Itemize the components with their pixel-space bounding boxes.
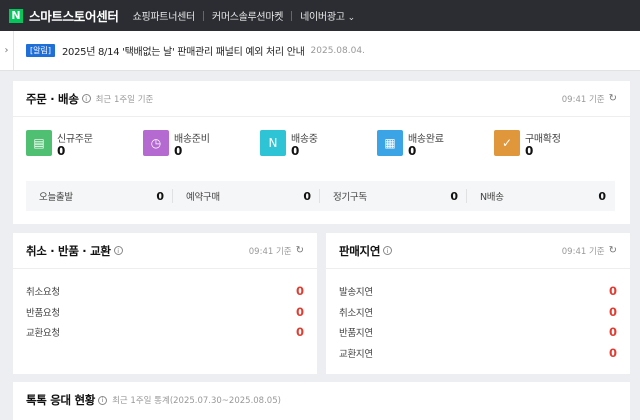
claim-row-return[interactable]: 반품요청 0: [26, 302, 304, 323]
list-label: 취소지연: [339, 307, 373, 319]
info-icon[interactable]: i: [113, 246, 123, 255]
naver-logo-icon[interactable]: N: [9, 8, 23, 23]
claims-card-title: 취소 · 반품 · 교환: [26, 243, 111, 258]
talktalk-card-header: 톡톡 응대 현황 i 최근 1주일 통계(2025.07.30~2025.08.…: [13, 382, 630, 418]
notice-bar: › [알림] 2025년 8/14 '택배없는 날' 판매관리 패널티 예외 처…: [0, 31, 640, 71]
delay-card-header: 판매지연 i 09:41 기준 ↻: [326, 233, 630, 269]
stat-value: 0: [57, 144, 66, 158]
notice-tag: [알림]: [26, 44, 55, 57]
sub-label: N배송: [480, 192, 504, 203]
claims-card: 취소 · 반품 · 교환 i 09:41 기준 ↻ 취소요청 0 반품요청 0 교환…: [13, 233, 317, 374]
sidebar-toggle-chevron-icon[interactable]: ›: [0, 31, 14, 70]
delay-list: 발송지연 0 취소지연 0 반품지연 0 교환지연 0: [326, 269, 630, 363]
delay-row-exchange[interactable]: 교환지연 0: [339, 343, 617, 364]
claims-list: 취소요청 0 반품요청 0 교환요청 0: [13, 269, 317, 343]
refresh-icon[interactable]: ↻: [296, 245, 304, 256]
sub-value: 0: [598, 189, 606, 203]
sub-subscription[interactable]: 정기구독 0: [320, 189, 467, 203]
clock-icon: ◷: [143, 130, 169, 156]
stat-confirmed[interactable]: ✓ 구매확정 0: [494, 130, 611, 158]
chevron-down-icon: ⌄: [347, 13, 356, 23]
info-icon[interactable]: i: [383, 246, 393, 255]
list-value: 0: [295, 325, 304, 340]
nav-link-naver-ads[interactable]: 네이버광고 ⌄: [300, 8, 355, 23]
sub-value: 0: [303, 189, 311, 203]
sub-value: 0: [156, 189, 164, 203]
nav-link-naver-ads-label: 네이버광고: [300, 12, 345, 23]
sub-n-delivery[interactable]: N배송 0: [467, 189, 614, 204]
stat-label: 배송준비: [174, 134, 210, 145]
claims-card-header: 취소 · 반품 · 교환 i 09:41 기준 ↻: [13, 233, 317, 269]
talktalk-card-title: 톡톡 응대 현황: [26, 393, 96, 407]
delay-row-shipping[interactable]: 발송지연 0: [339, 281, 617, 302]
nav-link-commerce-solution[interactable]: 커머스솔루션마켓: [212, 8, 284, 23]
delay-row-return[interactable]: 반품지연 0: [339, 322, 617, 343]
claim-row-cancel[interactable]: 취소요청 0: [26, 281, 304, 302]
delay-row-cancel[interactable]: 취소지연 0: [339, 302, 617, 323]
info-icon[interactable]: i: [81, 94, 91, 103]
top-navigation-bar: N 스마트스토어센터 쇼핑파트너센터 커머스솔루션마켓 네이버광고 ⌄: [0, 0, 640, 31]
list-label: 취소요청: [26, 287, 60, 299]
gift-icon: ▦: [377, 130, 403, 156]
nav-divider: [291, 10, 293, 21]
list-label: 반품지연: [339, 328, 373, 340]
stat-label: 신규주문: [57, 134, 93, 145]
stat-label: 배송완료: [408, 134, 444, 145]
sales-delay-card: 판매지연 i 09:41 기준 ↻ 발송지연 0 취소지연 0 반품지연 0 교환지연…: [326, 233, 630, 374]
orders-stat-row: ▤ 신규주문 0 ◷ 배송준비 0 N 배송중 0 ▦ 배송완료 0 ✓ 구매확정 0: [13, 117, 630, 158]
sub-label: 예약구매: [186, 192, 220, 203]
info-icon[interactable]: i: [98, 395, 108, 405]
stat-value: 0: [525, 144, 534, 158]
stat-label: 배송중: [291, 134, 318, 145]
orders-sub-row: 오늘출발 0 예약구매 0 정기구독 0 N배송 0: [26, 181, 615, 211]
refresh-icon[interactable]: ↻: [609, 245, 617, 256]
stat-label: 구매확정: [525, 134, 561, 145]
claim-row-exchange[interactable]: 교환요청 0: [26, 322, 304, 343]
list-value: 0: [608, 304, 617, 319]
orders-basis-text: 최근 1주일 기준: [95, 94, 154, 105]
document-icon: ▤: [26, 130, 52, 156]
sub-label: 정기구독: [333, 192, 367, 203]
nav-link-shopping-partner[interactable]: 쇼핑파트너센터: [133, 8, 196, 23]
brand-title[interactable]: 스마트스토어센터: [29, 6, 119, 25]
refresh-icon[interactable]: ↻: [609, 93, 617, 104]
list-value: 0: [608, 345, 617, 360]
stat-new-orders[interactable]: ▤ 신규주문 0: [26, 130, 143, 158]
list-value: 0: [608, 284, 617, 299]
sub-value: 0: [450, 189, 458, 203]
nav-divider: [202, 10, 204, 21]
list-label: 발송지연: [339, 287, 373, 299]
stat-delivered[interactable]: ▦ 배송완료 0: [377, 130, 494, 158]
notice-date: 2025.08.04.: [310, 45, 365, 56]
delay-updated-time: 09:41 기준: [561, 246, 605, 257]
list-value: 0: [295, 284, 304, 299]
sub-reserved-purchase[interactable]: 예약구매 0: [173, 189, 320, 203]
talktalk-basis-text: 최근 1주일 통계(2025.07.30~2025.08.05): [112, 396, 281, 406]
list-value: 0: [295, 304, 304, 319]
list-label: 교환요청: [26, 328, 60, 340]
check-icon: ✓: [494, 130, 520, 156]
orders-card-header: 주문 · 배송 i 최근 1주일 기준 09:41 기준 ↻: [13, 81, 630, 117]
orders-card-title: 주문 · 배송: [26, 91, 79, 106]
sub-label: 오늘출발: [39, 192, 73, 203]
stat-shipping[interactable]: N 배송중 0: [260, 130, 377, 158]
list-value: 0: [608, 325, 617, 340]
talktalk-card: 톡톡 응대 현황 i 최근 1주일 통계(2025.07.30~2025.08.…: [13, 382, 630, 420]
truck-icon: N: [260, 130, 286, 156]
sub-today-departure[interactable]: 오늘출발 0: [26, 189, 173, 203]
stat-value: 0: [174, 144, 183, 158]
list-label: 교환지연: [339, 348, 373, 360]
orders-shipping-card: 주문 · 배송 i 최근 1주일 기준 09:41 기준 ↻ ▤ 신규주문 0 ◷…: [13, 81, 630, 224]
stat-preparing[interactable]: ◷ 배송준비 0: [143, 130, 260, 158]
notice-link[interactable]: 2025년 8/14 '택배없는 날' 판매관리 패널티 예외 처리 안내: [62, 43, 305, 58]
orders-updated-time: 09:41 기준: [561, 94, 605, 105]
list-label: 반품요청: [26, 307, 60, 319]
claims-updated-time: 09:41 기준: [248, 246, 292, 257]
stat-value: 0: [291, 144, 300, 158]
stat-value: 0: [408, 144, 417, 158]
delay-card-title: 판매지연: [339, 243, 381, 258]
